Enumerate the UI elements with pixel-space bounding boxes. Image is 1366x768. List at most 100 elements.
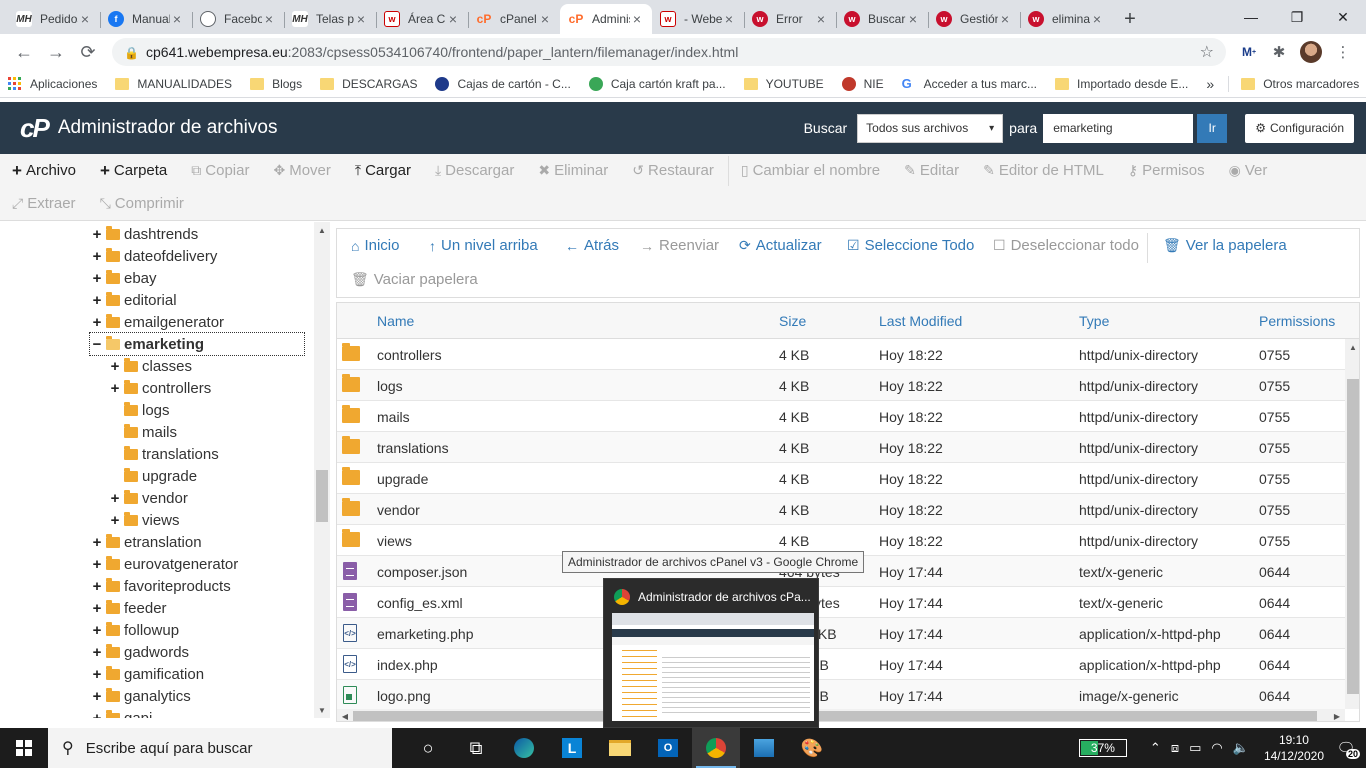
cargar-button[interactable]: ⤒ Cargar <box>355 162 411 179</box>
nav-reenviar-button[interactable]: → Reenviar <box>640 237 719 254</box>
cortana-icon[interactable]: ○ <box>404 728 452 768</box>
extensions-puzzle-icon[interactable]: ✱ <box>1264 37 1294 67</box>
cpanel-logo[interactable]: cP <box>20 113 50 144</box>
tree-item-mails[interactable]: mails <box>108 421 177 443</box>
copiar-button[interactable]: ⧉ Copiar <box>191 162 249 179</box>
clock[interactable]: 19:10 14/12/2020 <box>1264 732 1324 764</box>
close-icon[interactable]: × <box>170 11 184 27</box>
tree-item-vendor[interactable]: + vendor <box>108 487 188 509</box>
tab-9[interactable]: w Buscar × <box>836 4 928 34</box>
expand-icon[interactable]: + <box>108 490 122 507</box>
search-go-button[interactable]: Ir <box>1197 113 1228 143</box>
editor-de-html-button[interactable]: ✎ Editor de HTML <box>983 162 1104 179</box>
tree-item-editorial[interactable]: + editorial <box>90 289 177 311</box>
expand-icon[interactable]: + <box>90 688 104 705</box>
tree-item-etranslation[interactable]: + etranslation <box>90 531 202 553</box>
close-icon[interactable]: × <box>722 11 736 27</box>
column-header-permissions[interactable]: Permissions <box>1259 313 1335 329</box>
table-row[interactable]: config_es.xml454 bytesHoy 17:44text/x-ge… <box>337 587 1345 618</box>
table-row[interactable]: vendor 4 KB Hoy 18:22 httpd/unix-directory 0… <box>337 494 1345 525</box>
scroll-up-arrow[interactable]: ▲ <box>314 222 330 238</box>
tab-3[interactable]: MH Telas para× <box>284 4 376 34</box>
bookmark-other[interactable]: Otros marcadores <box>1241 77 1359 91</box>
nav-vaciar-papelera-button[interactable]: 🗑 Vaciar papelera <box>351 271 478 288</box>
tree-item-followup[interactable]: + followup <box>90 619 179 641</box>
bookmark-5[interactable]: Caja cartón kraft pa... <box>588 76 726 91</box>
archivo-button[interactable]: + Archivo <box>12 161 76 181</box>
tab-4[interactable]: w Área Cliente× <box>376 4 468 34</box>
tree-item-emarketing[interactable]: − emarketing <box>89 332 305 356</box>
tab-7[interactable]: w - Webempresa× <box>652 4 744 34</box>
volume-icon[interactable]: 🔈 <box>1233 740 1249 756</box>
table-row[interactable]: logo.png1.31 KBHoy 17:44image/x-generic0… <box>337 680 1345 711</box>
close-icon[interactable]: × <box>630 11 644 27</box>
table-hscroll-thumb[interactable] <box>353 711 1317 721</box>
photos-icon[interactable] <box>740 728 788 768</box>
tree-item-favoriteproducts[interactable]: + favoriteproducts <box>90 575 231 597</box>
task-view-icon[interactable]: ⧉ <box>452 728 500 768</box>
restaurar-button[interactable]: ↺ Restaurar <box>632 162 714 179</box>
close-icon[interactable]: × <box>354 11 368 27</box>
file-explorer-icon[interactable] <box>596 728 644 768</box>
expand-icon[interactable]: + <box>90 556 104 573</box>
nav-deseleccionar-todo-button[interactable]: ☐ Deseleccionar todo <box>993 237 1139 254</box>
edge-icon[interactable] <box>500 728 548 768</box>
app-l-icon[interactable]: L <box>548 728 596 768</box>
profile-avatar[interactable] <box>1300 41 1322 63</box>
tree-item-eurovatgenerator[interactable]: + eurovatgenerator <box>90 553 238 575</box>
bookmark-1[interactable]: MANUALIDADES <box>115 77 232 91</box>
expand-icon[interactable]: + <box>90 710 104 719</box>
search-scope-select[interactable]: Todos sus archivos ▾ <box>857 113 1004 143</box>
carpeta-button[interactable]: + Carpeta <box>100 161 167 181</box>
network-icon[interactable]: ⧈ <box>1171 740 1179 756</box>
expand-icon[interactable]: + <box>90 622 104 639</box>
expand-icon[interactable]: + <box>90 314 104 331</box>
chrome-taskbar-icon[interactable] <box>692 728 740 768</box>
tab-0[interactable]: MH Pedidos× <box>8 4 100 34</box>
scroll-left-arrow[interactable]: ◀ <box>337 709 353 721</box>
maximize-button[interactable]: ❐ <box>1274 0 1320 34</box>
expand-icon[interactable]: + <box>90 600 104 617</box>
close-icon[interactable]: × <box>262 11 276 27</box>
comprimir-button[interactable]: ⤡ Comprimir <box>100 195 184 212</box>
close-icon[interactable]: × <box>1090 11 1104 27</box>
column-header-type[interactable]: Type <box>1079 313 1109 329</box>
table-vertical-scrollbar[interactable]: ▲ <box>1345 339 1359 709</box>
expand-icon[interactable]: + <box>108 358 122 375</box>
scroll-down-arrow[interactable]: ▼ <box>314 702 330 718</box>
expand-icon[interactable]: + <box>90 270 104 287</box>
tree-item-controllers[interactable]: + controllers <box>108 377 211 399</box>
tree-item-views[interactable]: + views <box>108 509 180 531</box>
notifications-icon[interactable]: 🗨 20 <box>1334 736 1360 760</box>
battery-icon[interactable]: ▭ <box>1189 740 1201 756</box>
expand-icon[interactable]: + <box>90 226 104 243</box>
column-header-size[interactable]: Size <box>779 313 806 329</box>
bookmark-0[interactable]: Aplicaciones <box>8 76 97 91</box>
nav-ver-la-papelera-button[interactable]: 🗑 Ver la papelera <box>1163 237 1287 254</box>
bookmark-star-icon[interactable]: ☆ <box>1200 42 1214 62</box>
wifi-icon[interactable]: ◠ <box>1211 740 1222 756</box>
table-row[interactable]: logs 4 KB Hoy 18:22 httpd/unix-directory 075… <box>337 370 1345 401</box>
tab-8[interactable]: w Error × <box>744 4 836 34</box>
tree-item-feeder[interactable]: + feeder <box>90 597 167 619</box>
expand-icon[interactable]: + <box>90 534 104 551</box>
minimize-button[interactable]: — <box>1228 0 1274 34</box>
close-icon[interactable]: × <box>906 11 920 27</box>
table-row[interactable]: mails 4 KB Hoy 18:22 httpd/unix-directory 07… <box>337 401 1345 432</box>
table-row[interactable]: upgrade 4 KB Hoy 18:22 httpd/unix-directory… <box>337 463 1345 494</box>
chevron-up-icon[interactable]: ⌃ <box>1150 740 1161 756</box>
expand-icon[interactable]: + <box>90 292 104 309</box>
table-scroll-thumb[interactable] <box>1347 379 1359 694</box>
bookmark-8[interactable]: G Acceder a tus marc... <box>902 76 1037 91</box>
close-icon[interactable]: × <box>538 11 552 27</box>
back-button[interactable]: ← <box>8 36 40 68</box>
tab-6[interactable]: cP Administrador× <box>560 4 652 34</box>
expand-icon[interactable]: + <box>108 512 122 529</box>
taskbar-search-box[interactable]: ⚲ Escribe aquí para buscar <box>48 728 392 768</box>
table-row[interactable]: </>emarketing.php58.21 KBHoy 17:44applic… <box>337 618 1345 649</box>
paint-icon[interactable]: 🎨 <box>788 728 836 768</box>
forward-button[interactable]: → <box>40 36 72 68</box>
expand-icon[interactable]: + <box>90 248 104 265</box>
scroll-right-arrow[interactable]: ▶ <box>1329 709 1345 721</box>
search-input[interactable]: emarketing <box>1043 113 1194 143</box>
